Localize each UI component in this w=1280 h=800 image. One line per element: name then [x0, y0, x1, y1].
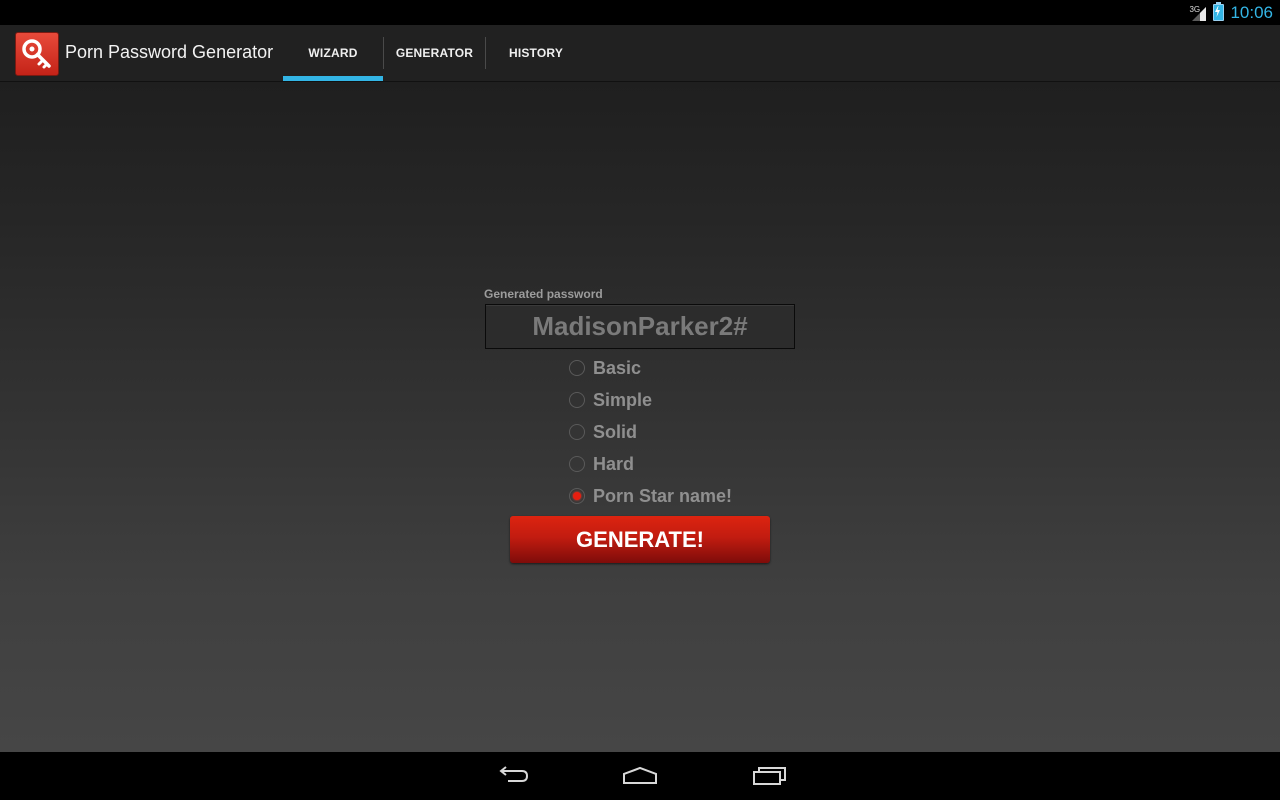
option-label: Porn Star name! — [593, 485, 733, 506]
status-bar: 3G 10:06 — [0, 0, 1280, 25]
option-label: Simple — [593, 389, 653, 410]
option-basic[interactable]: Basic — [567, 352, 732, 384]
radio-button-selected[interactable] — [569, 488, 585, 504]
tab-history[interactable]: HISTORY — [486, 25, 586, 81]
option-solid[interactable]: Solid — [567, 416, 732, 448]
option-label: Hard — [593, 453, 635, 474]
option-label: Basic — [593, 357, 642, 378]
radio-button[interactable] — [569, 360, 585, 376]
tab-label: HISTORY — [508, 46, 564, 60]
radio-button[interactable] — [569, 392, 585, 408]
battery-icon — [1213, 2, 1225, 21]
option-porn-star-name[interactable]: Porn Star name! — [567, 480, 732, 512]
password-label: Generated password — [484, 287, 603, 301]
radio-button[interactable] — [569, 456, 585, 472]
tab-label: GENERATOR — [395, 46, 474, 60]
wizard-content: Generated password MadisonParker2# Basic… — [0, 82, 1280, 752]
tab-generator[interactable]: GENERATOR — [384, 25, 485, 81]
tab-label: WIZARD — [308, 46, 358, 60]
password-field[interactable]: MadisonParker2# — [485, 304, 795, 349]
option-label: Solid — [593, 421, 637, 442]
option-simple[interactable]: Simple — [567, 384, 732, 416]
signal-icon: 3G — [1189, 4, 1207, 22]
app-title: Porn Password Generator — [65, 42, 274, 62]
action-bar: Porn Password Generator WIZARD GENERATOR… — [0, 25, 1280, 82]
radio-dot — [573, 492, 581, 500]
radio-button[interactable] — [569, 424, 585, 440]
tab-bar: WIZARD GENERATOR HISTORY — [283, 25, 586, 81]
option-hard[interactable]: Hard — [567, 448, 732, 480]
back-icon[interactable] — [490, 762, 534, 790]
clock: 10:06 — [1230, 2, 1273, 22]
strength-radio-group: Basic Simple Solid Hard Porn Star name! — [567, 352, 732, 512]
recent-apps-icon[interactable] — [747, 762, 791, 790]
android-screen: 3G 10:06 Porn Password Generator WIZARD … — [0, 0, 1280, 800]
key-icon[interactable] — [15, 32, 59, 76]
generate-button[interactable]: GENERATE! — [510, 516, 770, 563]
navigation-bar — [0, 752, 1280, 800]
status-icons: 3G 10:06 — [1189, 2, 1273, 23]
home-icon[interactable] — [618, 762, 662, 790]
tab-wizard[interactable]: WIZARD — [283, 25, 383, 81]
tab-selected-indicator — [283, 76, 383, 81]
